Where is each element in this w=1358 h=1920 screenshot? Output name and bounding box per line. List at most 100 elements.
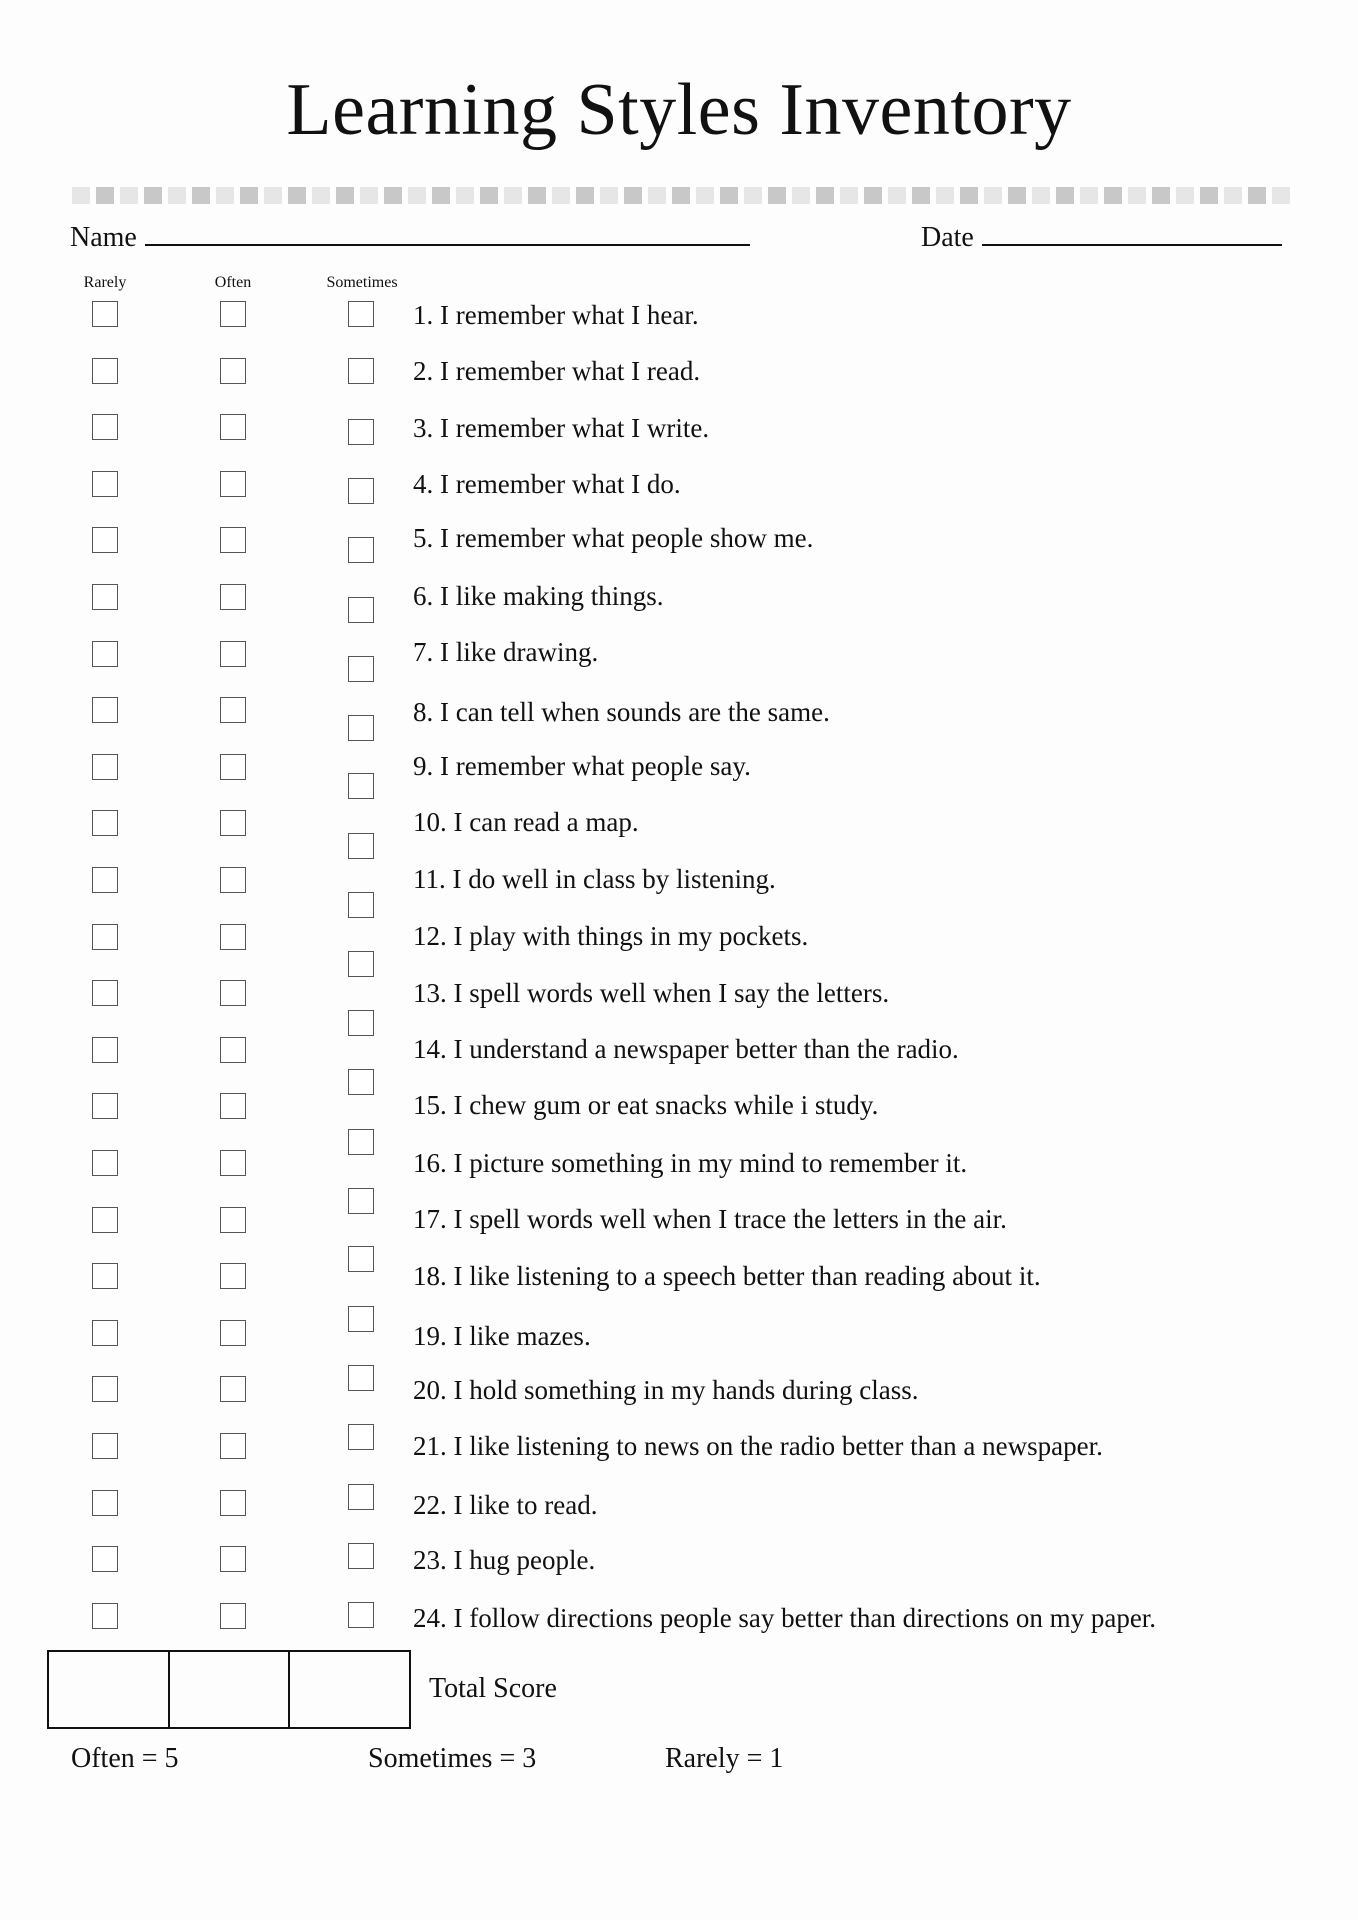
column-header-rarely: Rarely	[83, 274, 127, 291]
checkbox-rarely[interactable]	[92, 1093, 118, 1120]
checkbox-sometimes[interactable]	[348, 357, 374, 384]
name-field[interactable]: Name	[70, 218, 750, 254]
checkbox-sometimes[interactable]	[348, 1365, 374, 1392]
checkbox-sometimes[interactable]	[348, 596, 374, 623]
checkbox-often[interactable]	[220, 1093, 246, 1120]
checkbox-rarely[interactable]	[92, 697, 118, 724]
checkbox-often[interactable]	[220, 640, 246, 667]
checkbox-sometimes[interactable]	[348, 1543, 374, 1570]
checkbox-rarely[interactable]	[92, 753, 118, 780]
checkbox-sometimes[interactable]	[348, 419, 374, 446]
checkbox-often[interactable]	[220, 1602, 246, 1629]
checkbox-rarely[interactable]	[92, 1263, 118, 1290]
score-cell-often[interactable]	[49, 1652, 170, 1727]
checkbox-often[interactable]	[220, 923, 246, 950]
checkbox-often[interactable]	[220, 357, 246, 384]
checkbox-sometimes[interactable]	[348, 1246, 374, 1273]
question-item: 7. I like drawing.	[413, 637, 599, 668]
checkbox-rarely[interactable]	[92, 640, 118, 667]
checkbox-rarely[interactable]	[92, 1150, 118, 1176]
divider-square	[1128, 187, 1146, 204]
divider-square	[144, 187, 162, 204]
checkbox-rarely[interactable]	[92, 1319, 118, 1346]
divider-square	[816, 187, 834, 204]
checkbox-rarely[interactable]	[92, 1602, 118, 1629]
question-item: 9. I remember what people say.	[413, 751, 751, 781]
checkbox-often[interactable]	[220, 1376, 246, 1403]
checkbox-sometimes[interactable]	[348, 301, 374, 328]
checkbox-sometimes[interactable]	[348, 536, 374, 563]
checkbox-sometimes[interactable]	[348, 1128, 374, 1155]
checkbox-often[interactable]	[220, 697, 246, 724]
checkbox-rarely[interactable]	[92, 980, 118, 1007]
checkbox-often[interactable]	[220, 527, 246, 554]
checkbox-rarely[interactable]	[92, 1433, 118, 1459]
divider-square	[768, 187, 786, 204]
checkbox-sometimes[interactable]	[348, 1187, 374, 1214]
checkbox-rarely[interactable]	[92, 810, 118, 837]
checkbox-often[interactable]	[220, 1036, 246, 1063]
checkbox-sometimes[interactable]	[348, 1009, 374, 1036]
checkbox-often[interactable]	[220, 1489, 246, 1516]
checkbox-rarely[interactable]	[92, 357, 118, 384]
checkbox-sometimes[interactable]	[348, 714, 374, 741]
checkbox-rarely[interactable]	[92, 1376, 118, 1403]
checkbox-rarely[interactable]	[92, 470, 118, 497]
question-item: 15. I chew gum or eat snacks while i stu…	[413, 1090, 879, 1121]
checkbox-rarely[interactable]	[92, 923, 118, 950]
checkbox-often[interactable]	[220, 1433, 246, 1459]
divider-square	[360, 187, 378, 204]
date-field[interactable]: Date	[921, 218, 1282, 254]
score-cell-rarely[interactable]	[290, 1652, 409, 1727]
checkbox-rarely[interactable]	[92, 867, 118, 893]
checkbox-rarely[interactable]	[92, 414, 118, 441]
checkbox-rarely[interactable]	[92, 301, 118, 327]
question-item: 13. I spell words well when I say the le…	[413, 977, 890, 1008]
checkbox-often[interactable]	[220, 1150, 246, 1176]
score-cell-sometimes[interactable]	[170, 1652, 291, 1727]
checkbox-sometimes[interactable]	[348, 951, 374, 978]
checkbox-rarely[interactable]	[92, 527, 118, 554]
question-item: 19. I like mazes.	[413, 1320, 591, 1351]
divider-square	[552, 187, 570, 204]
checkbox-often[interactable]	[220, 980, 246, 1007]
checkbox-rarely[interactable]	[92, 584, 118, 610]
checkbox-often[interactable]	[220, 867, 246, 893]
divider-square	[1272, 187, 1290, 204]
divider-square	[1224, 187, 1242, 204]
checkbox-rarely[interactable]	[92, 1546, 118, 1573]
checkbox-often[interactable]	[220, 753, 246, 780]
checkbox-sometimes[interactable]	[348, 892, 374, 919]
name-blank-line[interactable]	[144, 218, 750, 246]
checkbox-often[interactable]	[220, 1263, 246, 1290]
divider-square	[72, 187, 90, 204]
checkbox-rarely[interactable]	[92, 1206, 118, 1233]
checkbox-often[interactable]	[220, 1206, 246, 1233]
divider-square	[216, 187, 234, 204]
checkbox-rarely[interactable]	[92, 1036, 118, 1063]
checkbox-sometimes[interactable]	[348, 1068, 374, 1095]
divider-square	[1032, 187, 1050, 204]
checkbox-sometimes[interactable]	[348, 1306, 374, 1333]
checkbox-often[interactable]	[220, 810, 246, 837]
checkbox-sometimes[interactable]	[348, 1601, 374, 1628]
date-blank-line[interactable]	[981, 218, 1282, 246]
decorative-divider	[72, 187, 1290, 204]
checkbox-sometimes[interactable]	[348, 1484, 374, 1511]
checkbox-sometimes[interactable]	[348, 833, 374, 860]
checkbox-sometimes[interactable]	[348, 655, 374, 682]
checkbox-often[interactable]	[220, 470, 246, 497]
date-label: Date	[921, 222, 974, 253]
checkbox-sometimes[interactable]	[348, 1424, 374, 1451]
checkbox-often[interactable]	[220, 584, 246, 610]
question-item: 2. I remember what I read.	[413, 356, 701, 387]
question-item: 17. I spell words well when I trace the …	[413, 1204, 1007, 1235]
column-header-often: Often	[214, 274, 252, 291]
checkbox-rarely[interactable]	[92, 1489, 118, 1516]
checkbox-often[interactable]	[220, 301, 246, 327]
checkbox-sometimes[interactable]	[348, 773, 374, 800]
checkbox-often[interactable]	[220, 1319, 246, 1346]
checkbox-sometimes[interactable]	[348, 477, 374, 504]
checkbox-often[interactable]	[220, 1546, 246, 1573]
checkbox-often[interactable]	[220, 414, 246, 441]
